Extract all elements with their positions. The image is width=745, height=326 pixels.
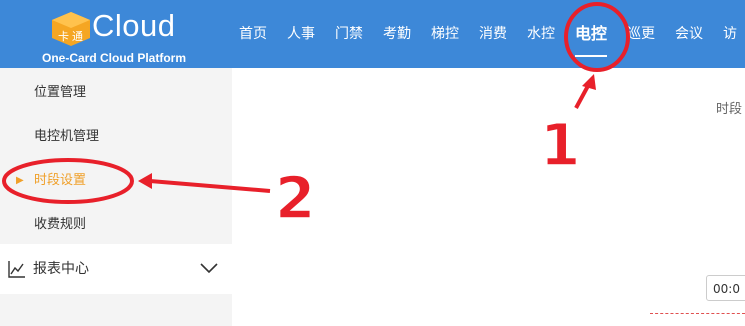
nav-item-elevator[interactable]: 梯控 bbox=[431, 0, 459, 68]
annotation-marker-2: 2 bbox=[275, 164, 315, 232]
logo-text: Cloud bbox=[92, 8, 176, 43]
logo-icon: 卡 通 bbox=[52, 12, 90, 46]
sidebar-item-location[interactable]: 位置管理 bbox=[0, 71, 232, 115]
sidebar-bottom bbox=[0, 294, 232, 326]
nav-item-water[interactable]: 水控 bbox=[527, 0, 555, 68]
sidebar-item-label: 收费规则 bbox=[34, 217, 87, 232]
sidebar-item-device[interactable]: 电控机管理 bbox=[0, 115, 232, 159]
nav-item-access[interactable]: 门禁 bbox=[335, 0, 363, 68]
report-center-label: 报表中心 bbox=[33, 261, 89, 277]
logo-char-1: 卡 bbox=[58, 30, 69, 43]
sidebar-item-label: 位置管理 bbox=[34, 85, 87, 100]
sidebar-item-label: 电控机管理 bbox=[34, 129, 100, 144]
nav-item-personnel[interactable]: 人事 bbox=[287, 0, 315, 68]
nav-item-attendance[interactable]: 考勤 bbox=[383, 0, 411, 68]
annotation-arrow-1 bbox=[574, 83, 591, 109]
sidebar-item-time-period[interactable]: ▶ 时段设置 bbox=[0, 159, 232, 203]
nav-item-consumption[interactable]: 消费 bbox=[479, 0, 507, 68]
time-input[interactable]: 00:0 bbox=[706, 275, 745, 301]
nav-item-home[interactable]: 首页 bbox=[239, 0, 267, 68]
nav-item-patrol[interactable]: 巡更 bbox=[627, 0, 655, 68]
logo-char-2: 通 bbox=[72, 30, 83, 43]
logo-subtitle: One-Card Cloud Platform bbox=[42, 51, 187, 65]
active-triangle-icon: ▶ bbox=[16, 175, 24, 186]
chart-icon bbox=[8, 261, 25, 278]
chevron-down-icon[interactable] bbox=[200, 262, 218, 274]
sidebar-item-label: 时段设置 bbox=[34, 173, 87, 188]
sidebar-item-fee-rules[interactable]: 收费规则 bbox=[0, 203, 232, 247]
top-header: 卡 通 Cloud One-Card Cloud Platform 首页 人事 … bbox=[0, 0, 745, 68]
nav-item-meeting[interactable]: 会议 bbox=[675, 0, 703, 68]
section-label: 时段 bbox=[716, 102, 743, 117]
nav-item-electric[interactable]: 电控 bbox=[575, 0, 608, 68]
dashed-divider bbox=[650, 313, 745, 314]
sidebar-group-report[interactable]: 报表中心 bbox=[0, 244, 232, 294]
nav-item-visitor[interactable]: 访 bbox=[723, 0, 737, 68]
annotation-marker-1: 1 bbox=[540, 111, 580, 179]
top-nav: 首页 人事 门禁 考勤 梯控 消费 水控 电控 巡更 会议 访 bbox=[239, 0, 745, 68]
annotation-arrowhead-1 bbox=[582, 74, 596, 90]
